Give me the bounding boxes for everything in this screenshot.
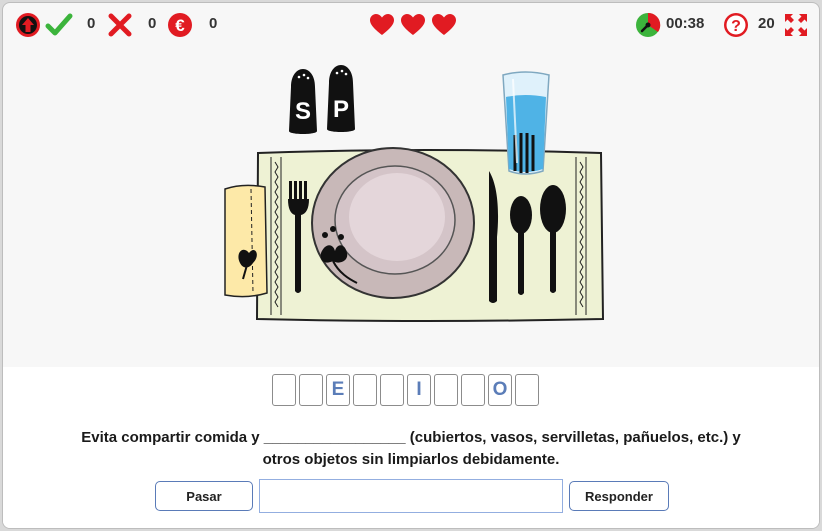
letter-tile: [299, 374, 323, 406]
skip-button[interactable]: Pasar: [155, 481, 253, 511]
euro-icon: €: [167, 12, 193, 38]
answer-input[interactable]: [259, 479, 563, 513]
question-panel: E I O Evita compartir comida y _________…: [3, 367, 819, 528]
letter-tile: O: [488, 374, 512, 406]
questions-left: 20: [758, 15, 775, 32]
sentence-line-1: Evita compartir comida y _______________…: [81, 429, 741, 446]
letter-tile: [272, 374, 296, 406]
heart-icon: [370, 14, 394, 35]
table-setting-illustration: S P: [224, 65, 605, 322]
cross-icon: [107, 12, 133, 38]
letter-tiles: E I O: [272, 374, 539, 406]
timer: 00:38: [666, 15, 705, 32]
letter-tile: I: [407, 374, 431, 406]
salt-shaker: S: [289, 69, 317, 134]
clock-icon: [635, 12, 661, 38]
water-glass: [502, 71, 550, 175]
pepper-shaker: P: [327, 65, 355, 132]
svg-text:?: ?: [731, 18, 741, 35]
svg-text:€: €: [175, 16, 185, 35]
fullscreen-icon[interactable]: [783, 12, 809, 38]
question-icon: ?: [723, 12, 749, 38]
sentence-line-2: otros objetos sin limpiarlos debidamente…: [262, 451, 560, 468]
heart-icon: [432, 14, 456, 35]
top-bar: 0 0 € 0 00:38 ? 20: [3, 3, 819, 47]
pepper-label: P: [333, 96, 349, 123]
plate: [311, 147, 475, 299]
letter-tile: [515, 374, 539, 406]
letter-tile: [353, 374, 377, 406]
check-icon: [45, 12, 73, 38]
heart-icon: [401, 14, 425, 35]
illustration-area: S P: [3, 47, 819, 367]
letter-tile: [461, 374, 485, 406]
exit-icon[interactable]: [15, 12, 41, 38]
letter-tile: [434, 374, 458, 406]
letter-tile: [380, 374, 404, 406]
letter-tile: E: [326, 374, 350, 406]
game-frame: 0 0 € 0 00:38 ? 20 S P E I O Evita compa…: [2, 2, 820, 529]
wrong-count: 0: [148, 15, 157, 32]
correct-count: 0: [87, 15, 96, 32]
salt-label: S: [295, 98, 311, 125]
coins-count: 0: [209, 15, 218, 32]
napkin: [224, 184, 268, 298]
question-sentence: Evita compartir comida y _______________…: [43, 427, 779, 471]
submit-button[interactable]: Responder: [569, 481, 669, 511]
